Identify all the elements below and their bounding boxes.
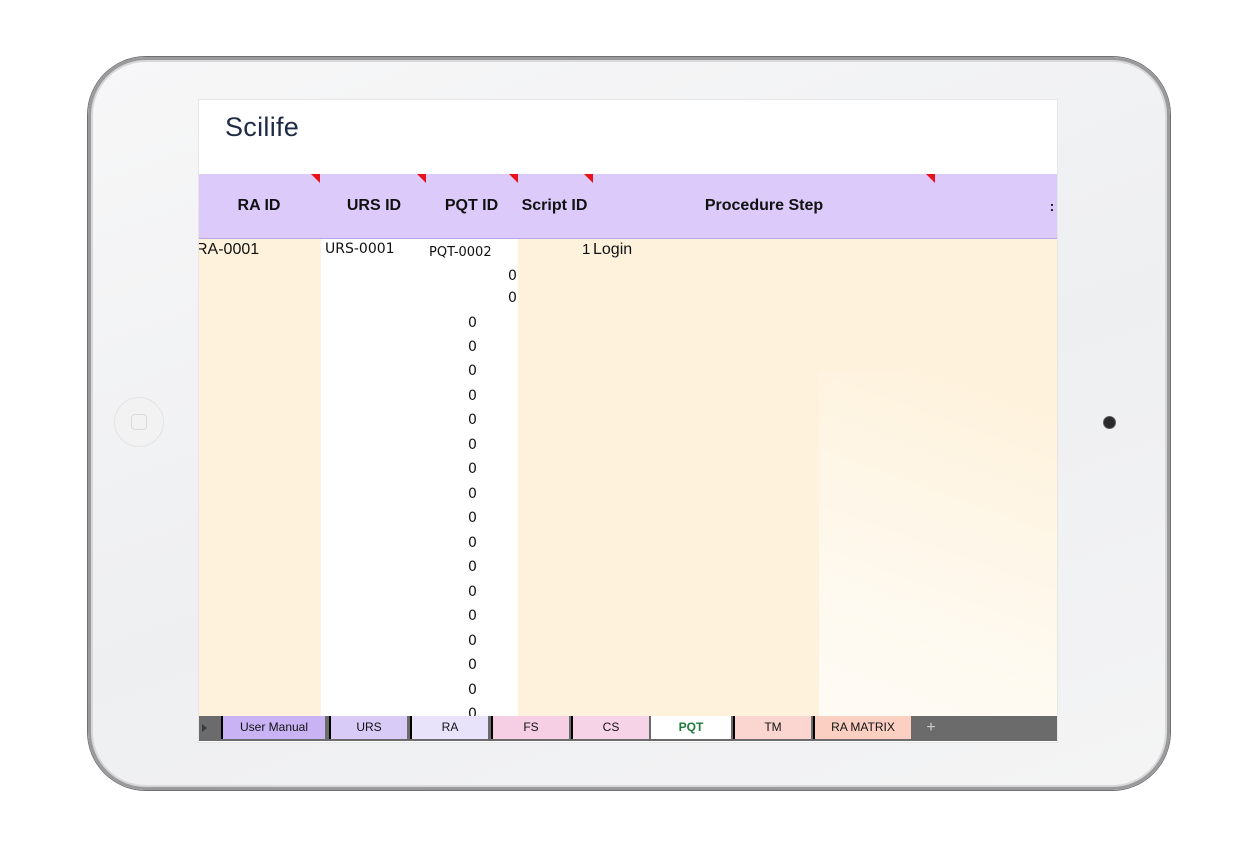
header-script-id[interactable]: Script ID (517, 174, 592, 238)
comment-marker-icon (926, 174, 935, 183)
tab-fs[interactable]: FS (491, 716, 569, 739)
cell-pqt-zero[interactable]: 0 (468, 559, 477, 575)
urs-pqt-columns (321, 239, 518, 717)
tab-ra[interactable]: RA (410, 716, 488, 739)
scroll-left-icon[interactable] (202, 724, 207, 732)
cell-pqt-zero[interactable]: 0 (468, 682, 477, 698)
header-pqt-id[interactable]: PQT ID (429, 174, 514, 238)
ra-id-column (199, 239, 321, 717)
cell-pqt-zero[interactable]: 0 (468, 486, 477, 502)
home-button[interactable] (114, 397, 164, 447)
cell-urs-id[interactable]: URS-0001 (325, 241, 395, 257)
sheet-tab-bar: User Manual URS RA FS CS PQT TM RA MATRI… (199, 716, 1057, 741)
cell-script-id[interactable]: 1 (582, 241, 590, 258)
cell-pqt-zero[interactable]: 0 (468, 363, 477, 379)
spreadsheet-screen: Scilife RA ID URS ID PQT ID Script ID Pr… (199, 100, 1057, 742)
cell-pqt-zero[interactable]: 0 (508, 268, 517, 284)
cell-pqt-zero[interactable]: 0 (468, 535, 477, 551)
comment-marker-icon (584, 174, 593, 183)
comment-marker-icon (417, 174, 426, 183)
cell-pqt-zero[interactable]: 0 (468, 461, 477, 477)
header-urs-id[interactable]: URS ID (319, 174, 429, 238)
comment-marker-icon (311, 174, 320, 183)
tab-ra-matrix[interactable]: RA MATRIX (813, 716, 911, 739)
cell-pqt-zero[interactable]: 0 (468, 388, 477, 404)
cell-pqt-zero[interactable]: 0 (468, 608, 477, 624)
cell-pqt-zero[interactable]: 0 (468, 633, 477, 649)
tab-tm[interactable]: TM (733, 716, 811, 739)
header-next-column-edge: : (1049, 198, 1055, 214)
cell-pqt-zero[interactable]: 0 (468, 315, 477, 331)
cell-pqt-id[interactable]: PQT-0002 (429, 245, 492, 260)
camera-lens-icon (1104, 417, 1115, 428)
cell-ra-id[interactable]: RA-0001 (199, 241, 259, 259)
cell-pqt-zero[interactable]: 0 (468, 437, 477, 453)
header-procedure-step[interactable]: Procedure Step (594, 174, 934, 238)
cell-pqt-zero[interactable]: 0 (468, 339, 477, 355)
script-step-columns (518, 239, 1057, 717)
tab-user-manual[interactable]: User Manual (221, 716, 325, 739)
comment-marker-icon (509, 174, 518, 183)
cell-pqt-zero[interactable]: 0 (468, 412, 477, 428)
tab-pqt[interactable]: PQT (651, 716, 731, 739)
column-header-row: RA ID URS ID PQT ID Script ID Procedure … (199, 174, 1057, 239)
tab-cs[interactable]: CS (571, 716, 649, 739)
home-square-icon (131, 414, 147, 430)
cell-pqt-zero[interactable]: 0 (468, 510, 477, 526)
cell-pqt-zero[interactable]: 0 (508, 290, 517, 306)
cell-pqt-zero[interactable]: 0 (468, 584, 477, 600)
cell-pqt-zero[interactable]: 0 (468, 657, 477, 673)
header-ra-id[interactable]: RA ID (199, 174, 319, 238)
tab-urs[interactable]: URS (329, 716, 407, 739)
cell-procedure-step[interactable]: Login (593, 241, 632, 259)
app-logo: Scilife (225, 112, 300, 142)
add-sheet-plus-icon[interactable]: + (917, 716, 945, 739)
